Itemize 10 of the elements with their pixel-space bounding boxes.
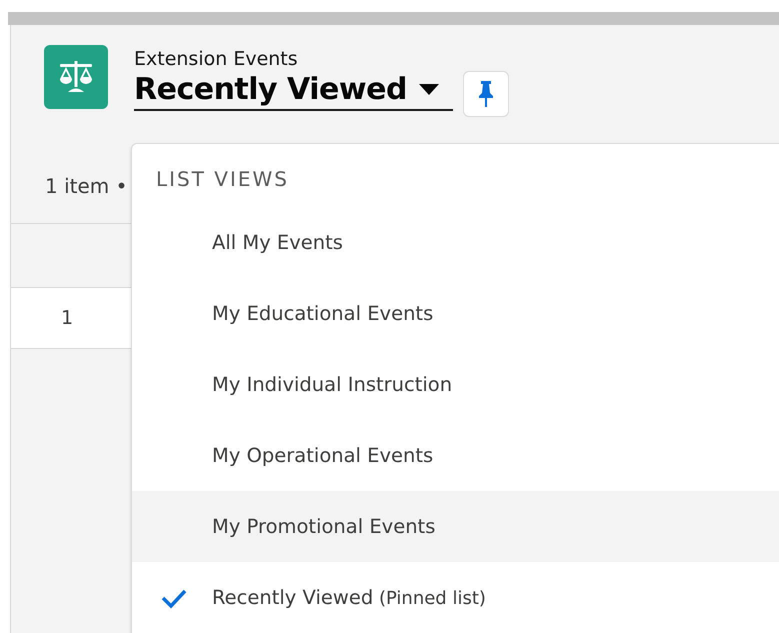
object-name: Extension Events <box>134 47 299 71</box>
menu-heading: LIST VIEWS <box>156 166 289 192</box>
list-view-selector[interactable]: Recently Viewed <box>134 71 453 111</box>
row-number: 1 <box>61 306 74 331</box>
scale-icon <box>44 45 108 109</box>
item-count: 1 item • <box>45 174 128 198</box>
caret-down-icon <box>418 84 439 96</box>
pin-icon <box>478 81 494 107</box>
pin-button[interactable] <box>462 71 509 117</box>
list-view-option[interactable]: My Promotional Events <box>132 491 779 562</box>
